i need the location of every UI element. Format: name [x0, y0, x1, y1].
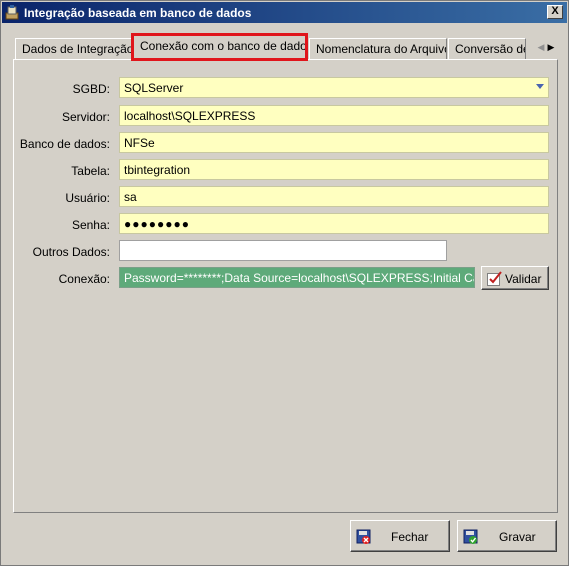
database-app-icon	[5, 5, 19, 20]
dialog-window: Integração baseada em banco de dados X D…	[0, 0, 569, 566]
senha-input[interactable]: ●●●●●●●●	[119, 213, 549, 234]
title-bar[interactable]: Integração baseada em banco de dados X	[2, 2, 567, 23]
outros-dados-input[interactable]	[119, 240, 447, 261]
sgbd-value: SQLServer	[124, 81, 184, 95]
tabela-label: Tabela:	[71, 164, 110, 178]
fechar-button[interactable]: Fechar	[350, 520, 450, 552]
tab-label: Conversão de	[455, 42, 526, 56]
tab-nomenclatura-arquivo[interactable]: Nomenclatura do Arquivo	[309, 38, 447, 59]
conexao-string-field[interactable]: Password=********;Data Source=localhost\…	[119, 267, 475, 288]
sgbd-label: SGBD:	[72, 82, 110, 96]
tab-label: Dados de Integração	[22, 42, 133, 56]
tab-strip: Dados de Integração Conexão com o banco …	[13, 33, 560, 61]
tab-scroll-right-icon[interactable]: ▶	[546, 42, 556, 53]
gravar-label: Gravar	[499, 530, 536, 544]
senha-label: Senha:	[71, 218, 110, 232]
tab-dados-integracao[interactable]: Dados de Integração	[15, 38, 133, 59]
conexao-label: Conexão:	[58, 272, 110, 286]
validate-check-icon	[487, 271, 502, 286]
validar-label: Validar	[505, 272, 542, 286]
tab-conversao[interactable]: Conversão de	[448, 38, 526, 59]
close-disk-icon	[356, 529, 371, 544]
window-title: Integração baseada em banco de dados	[24, 6, 252, 20]
banco-label: Banco de dados:	[19, 137, 110, 151]
servidor-label: Servidor:	[61, 110, 110, 124]
tab-label: Nomenclatura do Arquivo	[316, 42, 447, 56]
gravar-button[interactable]: Gravar	[457, 520, 557, 552]
tab-scroll: ◀ ▶	[536, 39, 560, 55]
close-icon: X	[551, 5, 559, 17]
connection-panel: SGBD: SQLServer Servidor: localhost\SQLE…	[13, 59, 558, 513]
outros-dados-label: Outros Dados:	[32, 245, 110, 259]
validar-button[interactable]: Validar	[481, 266, 549, 290]
banco-input[interactable]: NFSe	[119, 132, 549, 153]
servidor-input[interactable]: localhost\SQLEXPRESS	[119, 105, 549, 126]
tab-scroll-left-icon[interactable]: ◀	[536, 42, 546, 53]
tab-conexao-banco[interactable]: Conexão com o banco de dados	[131, 33, 308, 61]
usuario-input[interactable]: sa	[119, 186, 549, 207]
fechar-label: Fechar	[391, 530, 429, 544]
chevron-down-icon[interactable]	[536, 84, 544, 89]
tabela-input[interactable]: tbintegration	[119, 159, 549, 180]
usuario-label: Usuário:	[65, 191, 110, 205]
tab-label: Conexão com o banco de dados	[140, 39, 306, 53]
close-button[interactable]: X	[547, 5, 563, 19]
sgbd-select[interactable]: SQLServer	[119, 77, 549, 98]
save-disk-icon	[463, 529, 478, 544]
